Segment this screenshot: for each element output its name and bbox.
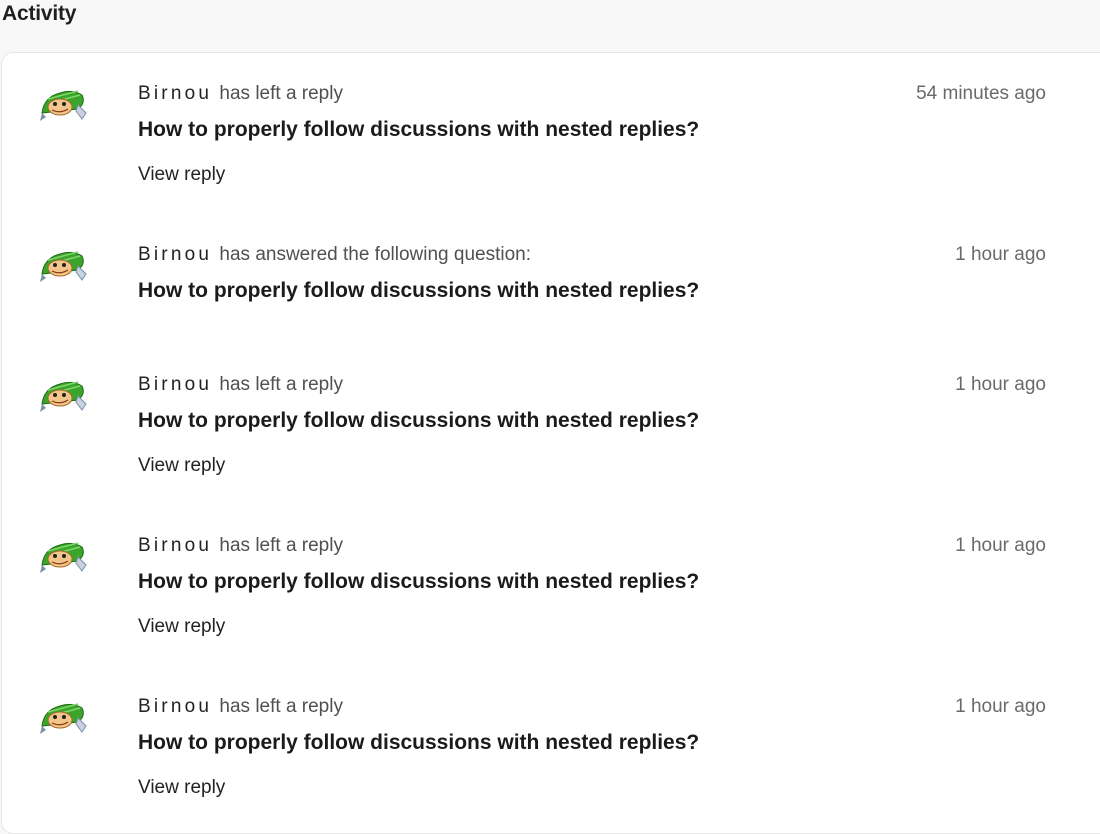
- view-reply-link[interactable]: View reply: [138, 616, 225, 638]
- frog-avatar-icon[interactable]: [38, 374, 90, 414]
- activity-action: has left a reply: [219, 535, 343, 556]
- author-name[interactable]: Birnou: [138, 535, 212, 556]
- author-name[interactable]: Birnou: [138, 374, 212, 395]
- question-title[interactable]: How to properly follow discussions with …: [138, 569, 699, 595]
- activity-meta: Birnou has left a reply: [138, 374, 343, 396]
- activity-feed: Birnou has left a reply 54 minutes ago H…: [1, 52, 1100, 834]
- timestamp: 1 hour ago: [955, 374, 1046, 395]
- activity-action: has left a reply: [219, 696, 343, 717]
- author-name[interactable]: Birnou: [138, 83, 212, 104]
- activity-action: has answered the following question:: [219, 244, 531, 265]
- question-title[interactable]: How to properly follow discussions with …: [138, 408, 699, 434]
- activity-action: has left a reply: [219, 83, 343, 104]
- frog-avatar-icon[interactable]: [38, 83, 90, 123]
- question-title[interactable]: How to properly follow discussions with …: [138, 117, 699, 143]
- view-reply-link[interactable]: View reply: [138, 455, 225, 477]
- timestamp: 54 minutes ago: [916, 83, 1046, 104]
- timestamp: 1 hour ago: [955, 535, 1046, 556]
- timestamp: 1 hour ago: [955, 244, 1046, 265]
- frog-avatar-icon[interactable]: [38, 696, 90, 736]
- frog-avatar-icon[interactable]: [38, 244, 90, 284]
- activity-meta: Birnou has answered the following questi…: [138, 244, 531, 266]
- author-name[interactable]: Birnou: [138, 696, 212, 717]
- activity-meta: Birnou has left a reply: [138, 696, 343, 718]
- activity-meta: Birnou has left a reply: [138, 83, 343, 105]
- activity-action: has left a reply: [219, 374, 343, 395]
- activity-meta: Birnou has left a reply: [138, 535, 343, 557]
- timestamp: 1 hour ago: [955, 696, 1046, 717]
- frog-avatar-icon[interactable]: [38, 535, 90, 575]
- view-reply-link[interactable]: View reply: [138, 777, 225, 799]
- question-title[interactable]: How to properly follow discussions with …: [138, 278, 699, 304]
- view-reply-link[interactable]: View reply: [138, 164, 225, 186]
- question-title[interactable]: How to properly follow discussions with …: [138, 730, 699, 756]
- author-name[interactable]: Birnou: [138, 244, 212, 265]
- page-title: Activity: [2, 2, 77, 25]
